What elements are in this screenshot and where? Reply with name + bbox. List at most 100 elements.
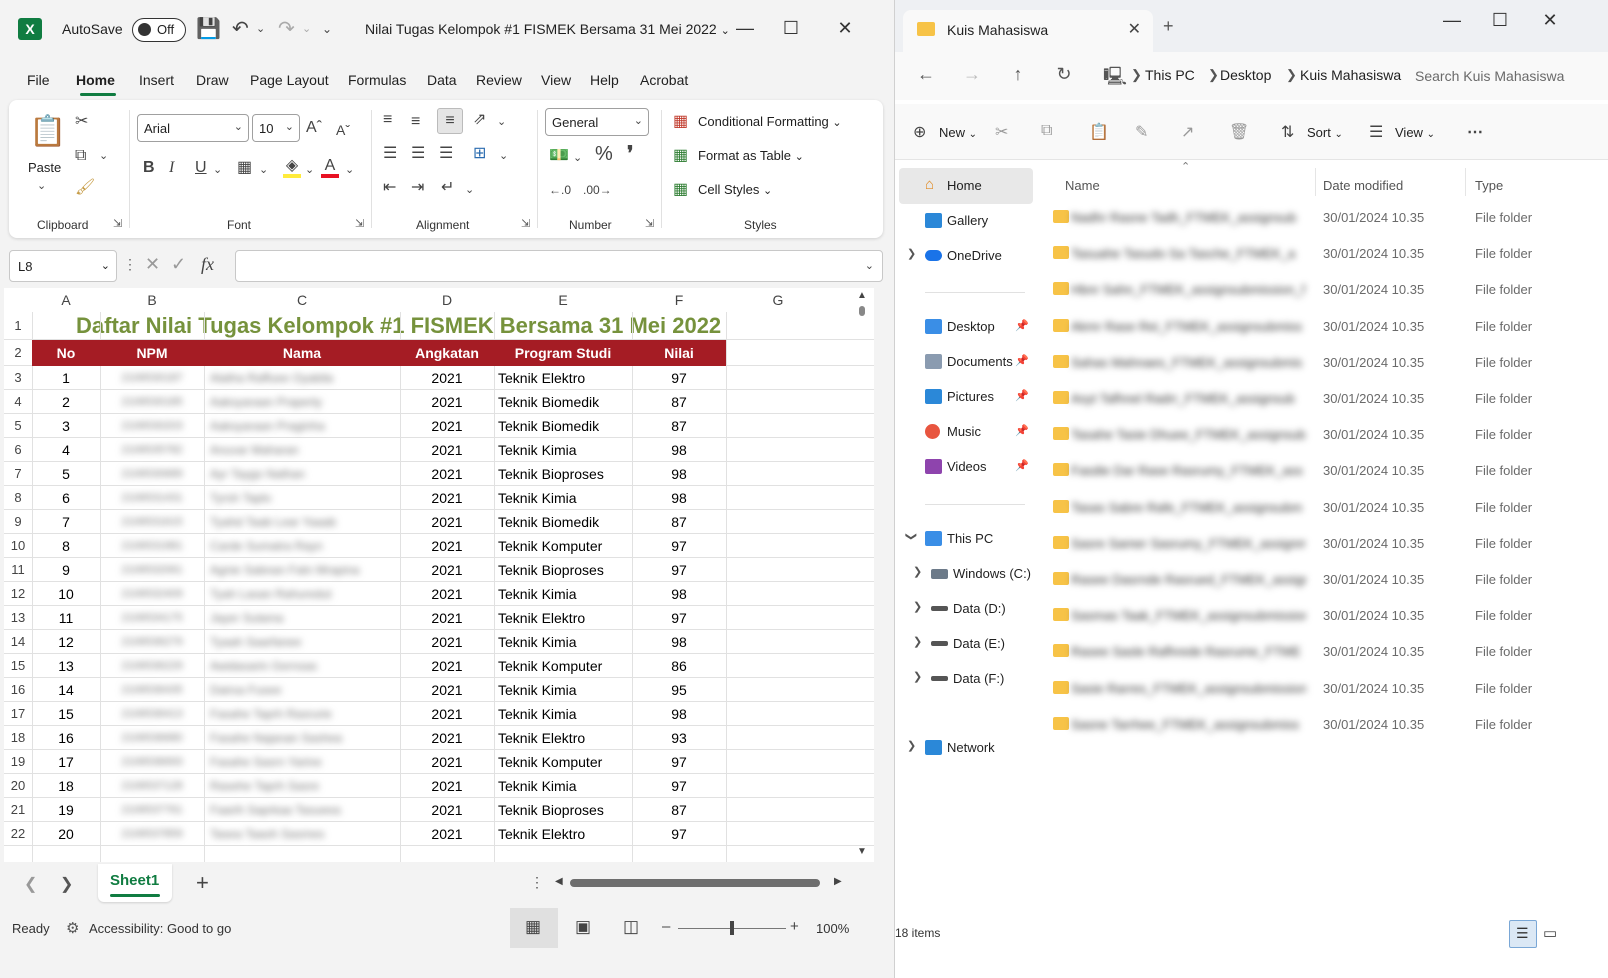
more-options-icon[interactable]: ⋮ (123, 256, 137, 273)
cell-no[interactable]: 7 (32, 510, 100, 534)
column-header-g[interactable]: G (726, 288, 830, 312)
tab-help[interactable]: Help (590, 72, 619, 88)
file-row[interactable]: Sasie Rarres_FTMEK_assignsubmission 30/01… (1045, 671, 1608, 707)
nav-item-network[interactable]: ❯ Network (899, 730, 1033, 766)
paste-icon[interactable]: 📋 (1089, 122, 1109, 142)
cell-angkatan[interactable]: 2021 (400, 366, 494, 390)
cell-npm[interactable]: 2106535782 (100, 438, 204, 462)
tab-review[interactable]: Review (476, 72, 522, 88)
cell-angkatan[interactable]: 2021 (400, 654, 494, 678)
paste-icon[interactable]: 📋 (29, 112, 66, 152)
document-title[interactable]: Nilai Tugas Kelompok #1 FISMEK Bersama 3… (365, 21, 730, 37)
cell-prodi[interactable]: Teknik Bioproses (494, 798, 632, 822)
cell-prodi[interactable]: Teknik Kimia (494, 774, 632, 798)
cell-prodi[interactable]: Teknik Komputer (494, 750, 632, 774)
cell-prodi[interactable]: Teknik Kimia (494, 486, 632, 510)
accounting-dropdown-icon[interactable]: ⌄ (573, 148, 582, 168)
view-icon[interactable]: ☰ (1369, 122, 1383, 142)
worksheet-grid[interactable]: Daftar Nilai Tugas Kelompok #1 FISMEK Be… (4, 288, 874, 862)
row-header[interactable]: 14 (4, 630, 32, 654)
cell-nama[interactable]: Ayr Taygo Nathan (204, 462, 400, 486)
accessibility-icon[interactable]: ⚙ (66, 919, 79, 937)
cell-nama[interactable]: Faarih Saprkaa Tasueea (204, 798, 400, 822)
cell-nilai[interactable]: 97 (632, 366, 726, 390)
copy-icon[interactable]: ⧉ (75, 146, 86, 166)
row-header[interactable]: 4 (4, 390, 32, 414)
maximize-icon[interactable]: ☐ (1485, 8, 1515, 32)
chevron-right-icon[interactable]: ❯ (907, 247, 916, 260)
cell-npm[interactable]: 2106537128 (100, 774, 204, 798)
align-top-icon[interactable]: ≡ (383, 110, 392, 130)
cell-no[interactable]: 16 (32, 726, 100, 750)
cell-no[interactable]: 9 (32, 558, 100, 582)
wrap-text-icon[interactable]: ↵ (441, 178, 454, 198)
breadcrumb-this-pc[interactable]: This PC (1145, 67, 1195, 83)
cell-nama[interactable]: Fasahe Sasrn Yarine (204, 750, 400, 774)
cell-prodi[interactable]: Teknik Elektro (494, 606, 632, 630)
accessibility-status[interactable]: Accessibility: Good to go (89, 921, 231, 936)
close-icon[interactable]: ✕ (830, 16, 860, 40)
cell-nama[interactable]: Carde Sumatra Rayn (204, 534, 400, 558)
cell-nilai[interactable]: 98 (632, 702, 726, 726)
cut-icon[interactable]: ✂ (75, 112, 88, 132)
copy-icon[interactable]: ⧉ (1041, 122, 1052, 140)
row-header[interactable]: 1 (4, 312, 32, 340)
row-header[interactable]: 11 (4, 558, 32, 582)
row-header[interactable]: 17 (4, 702, 32, 726)
chevron-right-icon[interactable]: ❯ (913, 635, 922, 648)
maximize-icon[interactable]: ☐ (776, 16, 806, 40)
row-header[interactable]: 10 (4, 534, 32, 558)
pin-icon[interactable]: 📌 (1015, 319, 1029, 332)
page-layout-view-icon[interactable]: ▣ (575, 917, 591, 937)
cell-angkatan[interactable]: 2021 (400, 798, 494, 822)
cell-nilai[interactable]: 98 (632, 582, 726, 606)
tab-formulas[interactable]: Formulas (348, 72, 406, 88)
cell-angkatan[interactable]: 2021 (400, 462, 494, 486)
sort-icon[interactable]: ⇅ (1281, 122, 1294, 142)
header-cell[interactable]: Angkatan (400, 340, 494, 366)
column-header-a[interactable]: A (32, 288, 100, 312)
file-row[interactable]: Asyt Tafhnel Radrr_FTMEK_assignsub 30/01/… (1045, 381, 1608, 417)
cell-npm[interactable]: 2106536413 (100, 702, 204, 726)
insert-function-icon[interactable]: fx (201, 254, 214, 275)
cell-prodi[interactable]: Teknik Kimia (494, 438, 632, 462)
row-header[interactable]: 2 (4, 340, 32, 366)
breadcrumb-desktop[interactable]: Desktop (1220, 67, 1271, 83)
file-row[interactable]: Hbnr Sahn_FTMEK_assignsubmission_f 30/01/… (1045, 272, 1608, 308)
cell-angkatan[interactable]: 2021 (400, 774, 494, 798)
decrease-font-icon[interactable]: Aˇ (336, 120, 350, 140)
tab-page-layout[interactable]: Page Layout (250, 72, 329, 88)
minimize-icon[interactable]: — (730, 16, 760, 40)
row-header[interactable]: 16 (4, 678, 32, 702)
accounting-format-icon[interactable]: 💵 (549, 146, 569, 166)
comma-style-icon[interactable]: ❜ (627, 144, 633, 164)
sheet-tab-sheet1[interactable]: Sheet1 (98, 864, 172, 902)
cell-nilai[interactable]: 93 (632, 726, 726, 750)
pin-icon[interactable]: 📌 (1015, 424, 1029, 437)
cell-angkatan[interactable]: 2021 (400, 702, 494, 726)
normal-view-button[interactable]: ▦ (510, 908, 558, 948)
cell-angkatan[interactable]: 2021 (400, 750, 494, 774)
cell-nilai[interactable]: 97 (632, 606, 726, 630)
cell-nilai[interactable]: 97 (632, 558, 726, 582)
cell-no[interactable]: 3 (32, 414, 100, 438)
format-as-table-button[interactable]: Format as Table ⌄ (698, 148, 804, 163)
cell-angkatan[interactable]: 2021 (400, 486, 494, 510)
cell-npm[interactable]: 2106534175 (100, 606, 204, 630)
file-row[interactable]: Sahas Mahnaes_FTMEK_assignsubmis 30/01/20… (1045, 345, 1608, 381)
cell-no[interactable]: 14 (32, 678, 100, 702)
row-header[interactable]: 19 (4, 750, 32, 774)
cell-angkatan[interactable]: 2021 (400, 510, 494, 534)
details-view-button[interactable]: ☰ (1509, 920, 1537, 948)
cell-prodi[interactable]: Teknik Biomedik (494, 414, 632, 438)
fill-color-icon[interactable]: ◈ (283, 156, 301, 178)
chevron-right-icon[interactable]: ❯ (913, 565, 922, 578)
scroll-thumb[interactable] (859, 306, 865, 316)
row-header[interactable]: 6 (4, 438, 32, 462)
back-icon[interactable]: ← (913, 64, 939, 85)
paste-button[interactable]: Paste (28, 160, 61, 175)
column-header-f[interactable]: F (632, 288, 726, 312)
column-header-d[interactable]: D (400, 288, 494, 312)
column-header-c[interactable]: C (204, 288, 400, 312)
zoom-level[interactable]: 100% (816, 921, 849, 936)
